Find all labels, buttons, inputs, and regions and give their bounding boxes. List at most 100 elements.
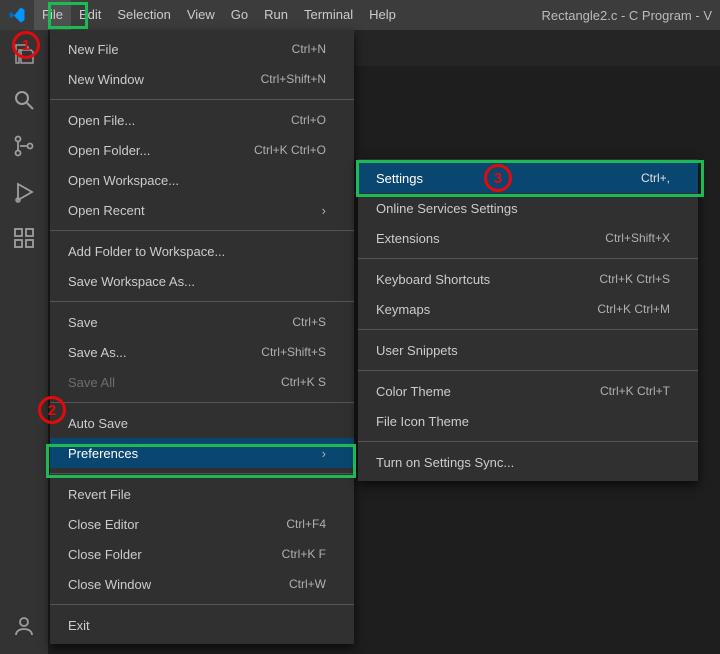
- file-menu-item[interactable]: SaveCtrl+S: [50, 307, 354, 337]
- file-menu-item[interactable]: Open Recent›: [50, 195, 354, 225]
- menu-go[interactable]: Go: [223, 0, 256, 30]
- file-menu-item[interactable]: Open File...Ctrl+O: [50, 105, 354, 135]
- file-menu-item[interactable]: New WindowCtrl+Shift+N: [50, 64, 354, 94]
- prefs-menu-separator: [358, 370, 698, 371]
- file-menu-item: Save AllCtrl+K S: [50, 367, 354, 397]
- menu-item-label: Open File...: [68, 113, 291, 128]
- file-menu-separator: [50, 402, 354, 403]
- prefs-menu-item[interactable]: ExtensionsCtrl+Shift+X: [358, 223, 698, 253]
- menu-item-shortcut: Ctrl+K S: [281, 375, 326, 389]
- file-menu-item[interactable]: Save As...Ctrl+Shift+S: [50, 337, 354, 367]
- menu-item-label: Revert File: [68, 487, 326, 502]
- menu-item-label: Online Services Settings: [376, 201, 670, 216]
- menu-item-label: Extensions: [376, 231, 605, 246]
- menu-edit[interactable]: Edit: [71, 0, 109, 30]
- file-menu-item[interactable]: Save Workspace As...: [50, 266, 354, 296]
- file-menu-item[interactable]: Revert File: [50, 479, 354, 509]
- file-menu-item[interactable]: Preferences›: [50, 438, 354, 468]
- menu-item-label: User Snippets: [376, 343, 670, 358]
- file-menu-item[interactable]: Close FolderCtrl+K F: [50, 539, 354, 569]
- menu-selection[interactable]: Selection: [109, 0, 178, 30]
- menu-run[interactable]: Run: [256, 0, 296, 30]
- file-menu-separator: [50, 99, 354, 100]
- menu-file[interactable]: File: [34, 0, 71, 30]
- prefs-menu-item[interactable]: Keyboard ShortcutsCtrl+K Ctrl+S: [358, 264, 698, 294]
- menu-item-label: Turn on Settings Sync...: [376, 455, 670, 470]
- prefs-menu-item[interactable]: SettingsCtrl+,: [358, 163, 698, 193]
- explorer-icon[interactable]: [12, 42, 36, 66]
- search-icon[interactable]: [12, 88, 36, 112]
- menu-item-label: Save All: [68, 375, 281, 390]
- menu-item-shortcut: Ctrl+K F: [282, 547, 326, 561]
- menu-item-label: Close Window: [68, 577, 289, 592]
- prefs-menu-item[interactable]: Online Services Settings: [358, 193, 698, 223]
- menu-item-label: Save As...: [68, 345, 261, 360]
- prefs-menu-item[interactable]: File Icon Theme: [358, 406, 698, 436]
- run-debug-icon[interactable]: [12, 180, 36, 204]
- file-menu-separator: [50, 301, 354, 302]
- file-menu-item[interactable]: Add Folder to Workspace...: [50, 236, 354, 266]
- menu-item-shortcut: Ctrl+Shift+S: [261, 345, 326, 359]
- file-menu-item[interactable]: Close WindowCtrl+W: [50, 569, 354, 599]
- accounts-icon[interactable]: [12, 614, 36, 638]
- menu-item-label: Settings: [376, 171, 641, 186]
- file-menu-separator: [50, 473, 354, 474]
- menu-item-label: Color Theme: [376, 384, 600, 399]
- menu-item-shortcut: Ctrl+S: [292, 315, 326, 329]
- file-menu-item[interactable]: Open Folder...Ctrl+K Ctrl+O: [50, 135, 354, 165]
- menu-item-label: Keyboard Shortcuts: [376, 272, 599, 287]
- title-bar: FileEditSelectionViewGoRunTerminalHelp R…: [0, 0, 720, 30]
- menu-item-label: Exit: [68, 618, 326, 633]
- menu-item-shortcut: Ctrl+O: [291, 113, 326, 127]
- menu-item-shortcut: Ctrl+F4: [286, 517, 326, 531]
- preferences-submenu: SettingsCtrl+, Online Services Settings Ex…: [358, 159, 698, 481]
- chevron-right-icon: ›: [312, 446, 326, 461]
- menu-item-label: Preferences: [68, 446, 312, 461]
- menu-item-label: Save: [68, 315, 292, 330]
- menu-item-label: Add Folder to Workspace...: [68, 244, 326, 259]
- menu-item-label: Save Workspace As...: [68, 274, 326, 289]
- activity-bar: [0, 30, 48, 654]
- source-control-icon[interactable]: [12, 134, 36, 158]
- menu-help[interactable]: Help: [361, 0, 404, 30]
- menu-item-shortcut: Ctrl+K Ctrl+M: [597, 302, 670, 316]
- window-title: Rectangle2.c - C Program - V: [541, 8, 712, 23]
- menu-item-shortcut: Ctrl+,: [641, 171, 670, 185]
- menu-item-label: Close Editor: [68, 517, 286, 532]
- chevron-right-icon: ›: [312, 203, 326, 218]
- menu-strip: FileEditSelectionViewGoRunTerminalHelp: [34, 0, 404, 30]
- menu-item-label: New File: [68, 42, 292, 57]
- file-menu-item[interactable]: Open Workspace...: [50, 165, 354, 195]
- prefs-menu-separator: [358, 329, 698, 330]
- menu-item-shortcut: Ctrl+Shift+X: [605, 231, 670, 245]
- menu-view[interactable]: View: [179, 0, 223, 30]
- menu-terminal[interactable]: Terminal: [296, 0, 361, 30]
- menu-item-shortcut: Ctrl+K Ctrl+T: [600, 384, 670, 398]
- menu-item-shortcut: Ctrl+W: [289, 577, 326, 591]
- menu-item-label: Close Folder: [68, 547, 282, 562]
- menu-item-label: Open Folder...: [68, 143, 254, 158]
- menu-item-label: File Icon Theme: [376, 414, 670, 429]
- prefs-menu-item[interactable]: User Snippets: [358, 335, 698, 365]
- vscode-logo-icon: [8, 6, 26, 24]
- menu-item-label: Open Recent: [68, 203, 312, 218]
- menu-item-label: Open Workspace...: [68, 173, 326, 188]
- extensions-icon[interactable]: [12, 226, 36, 250]
- prefs-menu-item[interactable]: Color ThemeCtrl+K Ctrl+T: [358, 376, 698, 406]
- file-menu: New FileCtrl+NNew WindowCtrl+Shift+NOpen…: [50, 30, 354, 644]
- menu-item-shortcut: Ctrl+K Ctrl+O: [254, 143, 326, 157]
- file-menu-item[interactable]: Exit: [50, 610, 354, 640]
- file-menu-item[interactable]: Close EditorCtrl+F4: [50, 509, 354, 539]
- prefs-menu-item[interactable]: Turn on Settings Sync...: [358, 447, 698, 477]
- menu-item-label: New Window: [68, 72, 261, 87]
- file-menu-item[interactable]: New FileCtrl+N: [50, 34, 354, 64]
- menu-item-shortcut: Ctrl+N: [292, 42, 326, 56]
- menu-item-shortcut: Ctrl+Shift+N: [261, 72, 326, 86]
- prefs-menu-item[interactable]: KeymapsCtrl+K Ctrl+M: [358, 294, 698, 324]
- file-menu-separator: [50, 604, 354, 605]
- menu-item-label: Keymaps: [376, 302, 597, 317]
- file-menu-item[interactable]: Auto Save: [50, 408, 354, 438]
- prefs-menu-separator: [358, 441, 698, 442]
- prefs-menu-separator: [358, 258, 698, 259]
- menu-item-label: Auto Save: [68, 416, 326, 431]
